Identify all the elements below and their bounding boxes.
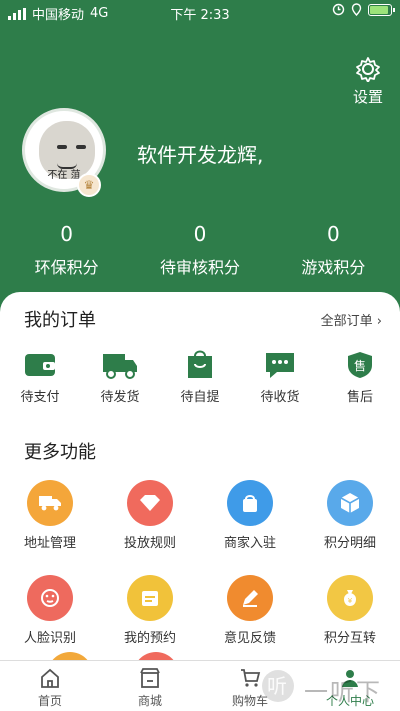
- wallet-icon: [25, 354, 55, 376]
- order-status-label: 待发货: [100, 390, 140, 405]
- feature-label: 投放规则: [123, 536, 176, 551]
- order-status-label: 售后: [346, 390, 373, 405]
- face-recognition-icon: [27, 575, 73, 621]
- delivery-truck-icon: [27, 480, 73, 526]
- order-after-sales[interactable]: 售 售后: [320, 350, 400, 405]
- feature-points-detail[interactable]: 积分明细: [300, 480, 400, 551]
- order-pending-payment[interactable]: 待支付: [0, 350, 80, 405]
- profile-header: 中国移动 4G 下午 2:33 设置 不在 菹 ♛ 软件开发龙辉, 0 环保积分…: [0, 0, 400, 320]
- watermark-text: 一听下载: [304, 678, 382, 706]
- feature-points-transfer[interactable]: ¥ 积分互转: [300, 575, 400, 646]
- tab-home[interactable]: 首页: [0, 661, 100, 711]
- shield-icon: 售: [348, 352, 372, 378]
- status-bar: 中国移动 4G 下午 2:33: [0, 0, 400, 24]
- points-label: 环保积分: [34, 258, 99, 277]
- after-sales-icon-text: 售: [354, 358, 366, 373]
- points-summary: 0 环保积分 0 待审核积分 0 游戏积分: [0, 222, 400, 278]
- feature-address-management[interactable]: 地址管理: [0, 480, 100, 551]
- status-right: [332, 3, 395, 16]
- feature-label: 积分互转: [323, 631, 376, 646]
- feature-delivery-rules[interactable]: 投放规则: [100, 480, 200, 551]
- shopping-bag-icon: [188, 350, 212, 378]
- money-bag-icon: ¥: [327, 575, 373, 621]
- gift-bag-icon: [227, 480, 273, 526]
- order-pending-receipt[interactable]: 待收货: [240, 350, 320, 405]
- username: 软件开发龙辉,: [137, 143, 264, 167]
- order-pending-pickup[interactable]: 待自提: [160, 350, 240, 405]
- pending-points[interactable]: 0 待审核积分: [133, 222, 266, 278]
- points-value: 0: [193, 222, 207, 246]
- avatar-right-eye: [76, 145, 86, 149]
- orders-title: 我的订单: [24, 310, 96, 331]
- order-status-label: 待支付: [20, 390, 60, 405]
- feature-label: 我的预约: [123, 631, 176, 646]
- alarm-icon: [332, 3, 345, 16]
- diamond-icon: [127, 480, 173, 526]
- chevron-right-icon: ›: [376, 314, 382, 329]
- feature-label: 商家入驻: [223, 536, 276, 551]
- cart-icon: [241, 669, 261, 687]
- all-orders-label: 全部订单: [320, 314, 373, 329]
- gear-icon: [356, 57, 380, 82]
- svg-text:¥: ¥: [348, 597, 353, 605]
- features-title: 更多功能: [24, 442, 96, 463]
- truck-icon: [103, 354, 137, 379]
- watermark-logo: 听: [262, 670, 294, 702]
- feature-label: 意见反馈: [223, 631, 276, 646]
- points-label: 待审核积分: [159, 258, 240, 277]
- box-icon: [327, 480, 373, 526]
- pencil-icon: [227, 575, 273, 621]
- feature-my-appointments[interactable]: 我的预约: [100, 575, 200, 646]
- order-status-list: 待支付 待发货 待自提 待收货 售 售后: [0, 350, 400, 405]
- home-icon: [41, 668, 59, 688]
- avatar-left-eye: [57, 145, 67, 149]
- settings-label: 设置: [352, 88, 383, 106]
- feature-face-recognition[interactable]: 人脸识别: [0, 575, 100, 646]
- points-label: 游戏积分: [301, 258, 366, 277]
- feature-merchant-join[interactable]: 商家入驻: [200, 480, 300, 551]
- chat-icon: [266, 353, 294, 378]
- content-panel: 我的订单 全部订单 › 待支付 待发货 待自提 待收货 售 售后 更多功能 地址…: [0, 292, 400, 662]
- location-icon: [351, 3, 362, 16]
- feature-feedback[interactable]: 意见反馈: [200, 575, 300, 646]
- order-status-label: 待收货: [260, 390, 300, 405]
- tab-label: 商城: [137, 694, 162, 708]
- feature-label: 人脸识别: [23, 631, 76, 646]
- tab-mall[interactable]: 商城: [100, 661, 200, 711]
- points-value: 0: [60, 222, 74, 246]
- order-pending-shipment[interactable]: 待发货: [80, 350, 160, 405]
- crown-icon: ♛: [77, 173, 101, 197]
- order-status-label: 待自提: [180, 390, 220, 405]
- game-points[interactable]: 0 游戏积分: [267, 222, 400, 278]
- watermark: 听 一听下载: [262, 668, 392, 708]
- feature-label: 地址管理: [23, 536, 76, 551]
- feature-grid: 地址管理 投放规则 商家入驻 积分明细 人脸识别 我的预约 意见反馈 ¥ 积分互…: [0, 480, 400, 646]
- battery-icon: [368, 3, 395, 16]
- calendar-icon: [127, 575, 173, 621]
- feature-label: 积分明细: [323, 536, 376, 551]
- all-orders-link[interactable]: 全部订单 ›: [321, 310, 382, 329]
- settings-button[interactable]: 设置: [350, 56, 386, 107]
- points-value: 0: [326, 222, 340, 246]
- eco-points[interactable]: 0 环保积分: [0, 222, 133, 278]
- tab-label: 首页: [37, 694, 62, 708]
- profile-screen: { "status_bar": {"carrier":"中国移动","netwo…: [0, 0, 400, 711]
- store-icon: [140, 668, 160, 688]
